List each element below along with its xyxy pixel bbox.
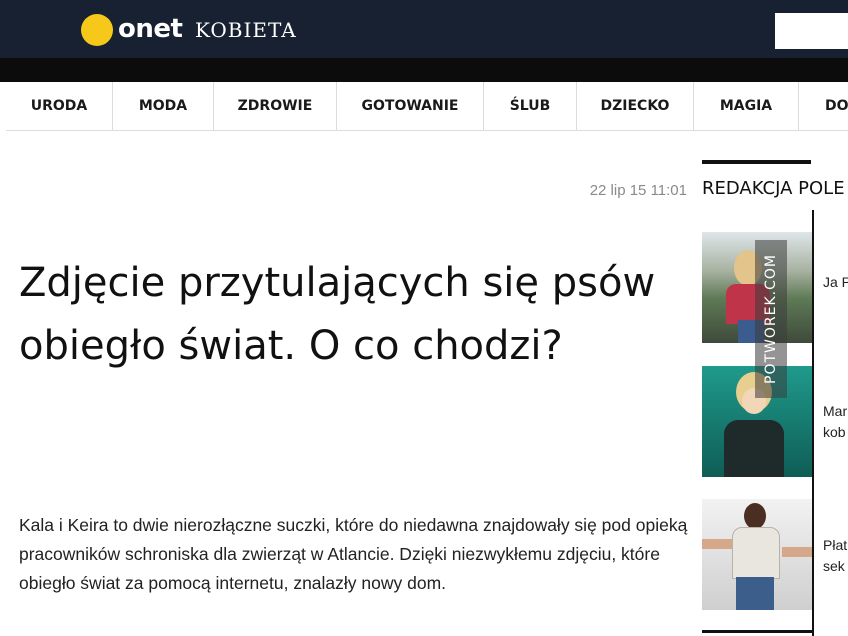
article-date: 22 lip 15 11:01	[589, 182, 687, 199]
article-lead: Kala i Keira to dwie nierozłączne suczki…	[19, 515, 688, 593]
nav-item-magia[interactable]: MAGIA	[694, 82, 799, 130]
search-input[interactable]	[775, 13, 848, 49]
nav-item-zdrowie[interactable]: ZDROWIE	[214, 82, 337, 130]
sidebar-border	[812, 210, 814, 636]
watermark-text: POTWOREK.COM	[763, 254, 779, 384]
nav-item-moda[interactable]: MODA	[113, 82, 214, 130]
sidebar-item-caption-1[interactable]: Ja P	[823, 272, 848, 293]
section-logo-kobieta[interactable]: KOBIETA	[195, 14, 297, 46]
sidebar-heading[interactable]: REDAKCJA POLE	[702, 178, 848, 199]
nav-item-dziecko[interactable]: DZIECKO	[577, 82, 694, 130]
top-header-bar: onet KOBIETA	[0, 0, 848, 58]
sidebar-bottom-rule	[702, 630, 812, 633]
sidebar-item-caption-2[interactable]: Mar kob	[823, 401, 848, 443]
category-nav: URODA MODA ZDROWIE GOTOWANIE ŚLUB DZIECK…	[6, 82, 848, 131]
sidebar-item-caption-3[interactable]: Płat sek	[823, 535, 848, 577]
onet-logo-dot-icon[interactable]	[81, 14, 113, 46]
watermark: POTWOREK.COM	[755, 240, 787, 398]
article-title: Zdjęcie przytulających się psów obiegło …	[19, 260, 656, 369]
nav-item-more[interactable]: DO	[799, 82, 848, 130]
header-divider-band	[0, 58, 848, 82]
onet-logo[interactable]: onet	[118, 10, 183, 48]
sidebar-thumbnail-3[interactable]	[702, 499, 812, 610]
sidebar-top-rule	[702, 160, 811, 164]
nav-item-gotowanie[interactable]: GOTOWANIE	[337, 82, 484, 130]
nav-item-uroda[interactable]: URODA	[6, 82, 113, 130]
nav-item-slub[interactable]: ŚLUB	[484, 82, 577, 130]
